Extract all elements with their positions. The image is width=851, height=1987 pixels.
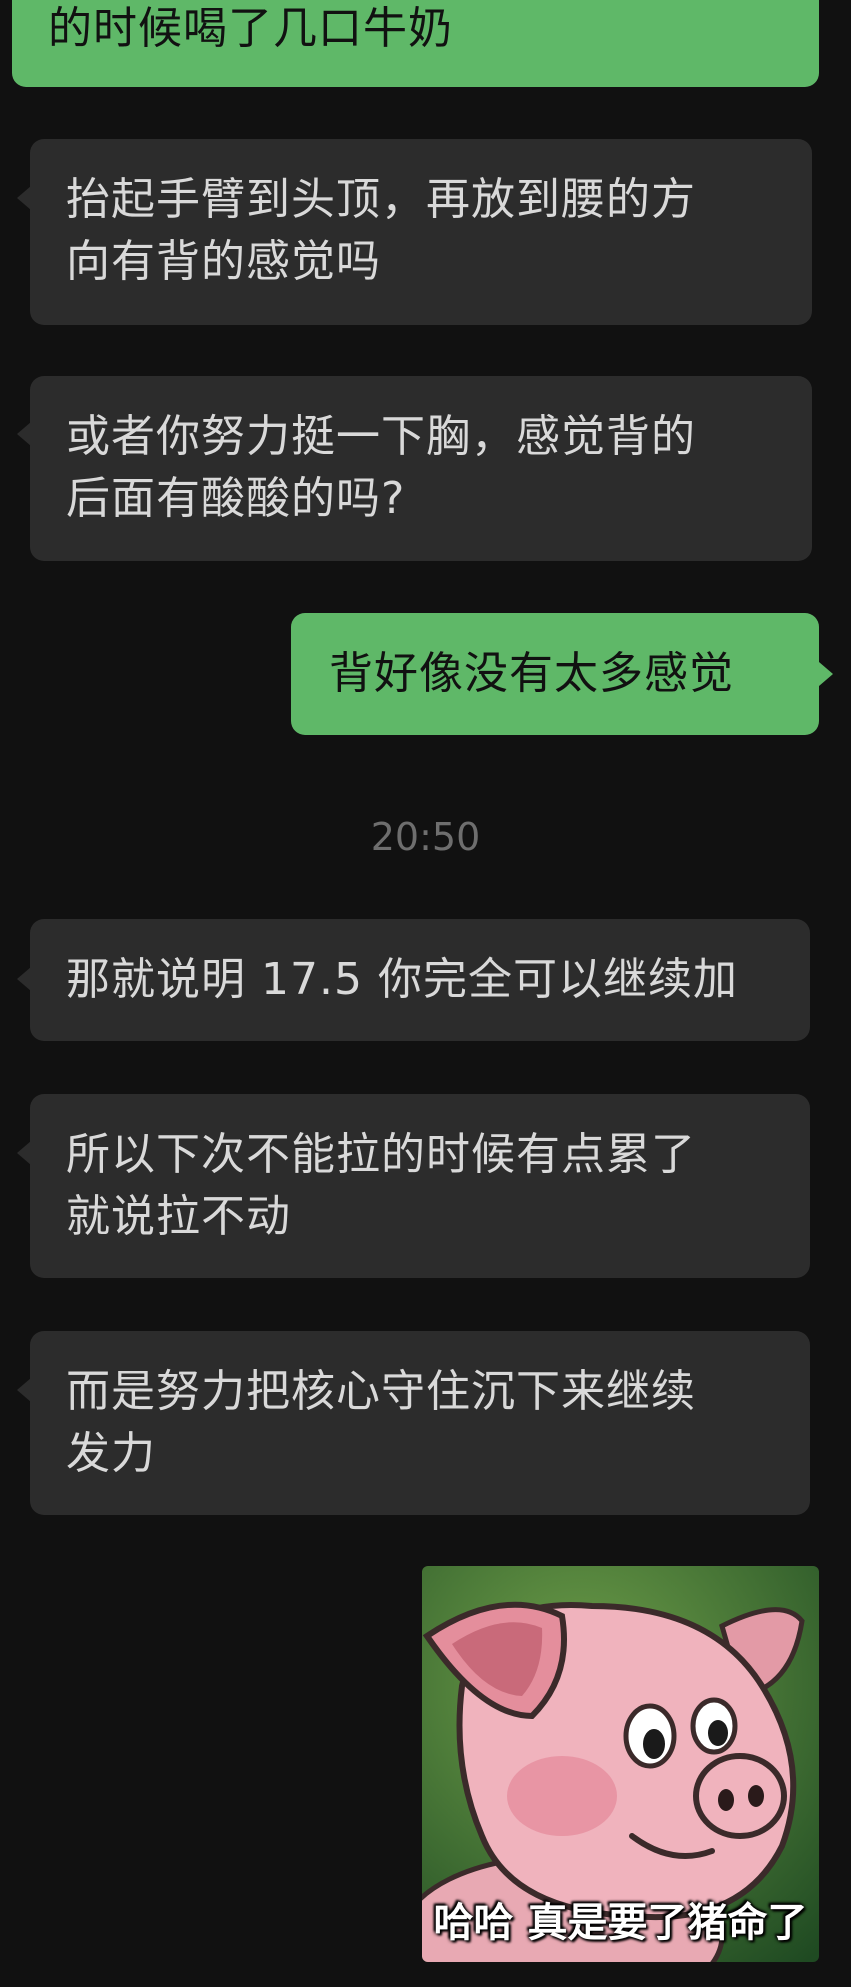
bubble-tail xyxy=(17,1378,31,1402)
bubble-tail xyxy=(17,422,31,446)
bubble-tail xyxy=(17,1141,31,1165)
message-bubble-outgoing[interactable]: 的时候喝了几口牛奶 xyxy=(12,0,819,87)
message-text: 背好像没有太多感觉 xyxy=(329,648,734,699)
message-text-line: 或者你努力挺一下胸，感觉背的 xyxy=(66,411,696,462)
bubble-tail xyxy=(819,662,833,686)
message-text-line: 而是努力把核心守住沉下来继续 xyxy=(66,1366,696,1417)
message-bubble-incoming[interactable]: 抬起手臂到头顶，再放到腰的方 向有背的感觉吗 xyxy=(30,139,812,325)
message-bubble-incoming[interactable]: 而是努力把核心守住沉下来继续 发力 xyxy=(30,1331,810,1515)
chat-timestamp: 20:50 xyxy=(370,815,481,859)
sticker-image[interactable]: 哈哈 真是要了猪命了 xyxy=(422,1566,819,1962)
message-text-line: 所以下次不能拉的时候有点累了 xyxy=(66,1129,696,1180)
message-bubble-incoming[interactable]: 那就说明 17.5 你完全可以继续加 xyxy=(30,919,810,1041)
message-text-line: 后面有酸酸的吗? xyxy=(66,473,406,524)
message-text-line: 向有背的感觉吗 xyxy=(66,236,381,287)
bubble-tail xyxy=(17,967,31,991)
message-text-line: 就说拉不动 xyxy=(66,1191,291,1242)
message-text: 的时候喝了几口牛奶 xyxy=(48,3,453,54)
message-text-line: 发力 xyxy=(66,1428,156,1479)
message-bubble-outgoing[interactable]: 背好像没有太多感觉 xyxy=(291,613,819,735)
sticker-caption: 哈哈 真是要了猪命了 xyxy=(433,1900,808,1946)
bubble-tail xyxy=(17,186,31,210)
message-bubble-incoming[interactable]: 所以下次不能拉的时候有点累了 就说拉不动 xyxy=(30,1094,810,1278)
message-text: 那就说明 17.5 你完全可以继续加 xyxy=(66,954,738,1005)
message-bubble-incoming[interactable]: 或者你努力挺一下胸，感觉背的 后面有酸酸的吗? xyxy=(30,376,812,561)
message-text-line: 抬起手臂到头顶，再放到腰的方 xyxy=(66,174,696,225)
